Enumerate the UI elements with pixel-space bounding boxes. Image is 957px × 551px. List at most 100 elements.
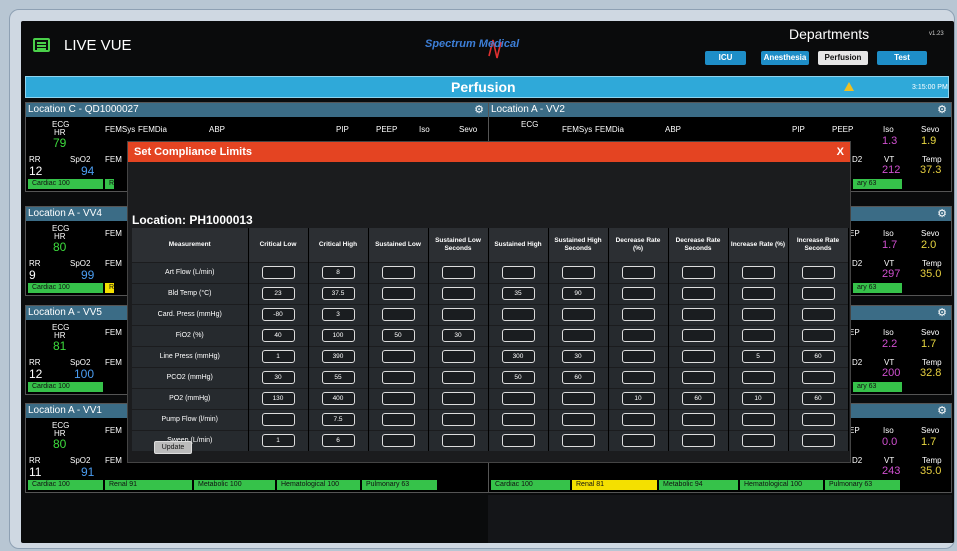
limit-input[interactable]: 23	[261, 287, 295, 300]
update-button[interactable]: Update	[154, 441, 192, 454]
limit-input[interactable]: 400	[321, 392, 355, 405]
limit-input[interactable]	[621, 329, 655, 342]
limit-input[interactable]: 35	[501, 287, 535, 300]
gear-icon[interactable]: ⚙	[937, 405, 947, 417]
limit-input[interactable]	[801, 308, 835, 321]
limit-input[interactable]	[441, 308, 475, 321]
limit-input[interactable]	[741, 287, 775, 300]
dept-button-perfusion[interactable]: Perfusion	[818, 51, 868, 65]
limit-input[interactable]	[681, 308, 715, 321]
limit-input[interactable]	[501, 308, 535, 321]
gear-icon[interactable]: ⚙	[937, 208, 947, 220]
limit-input[interactable]	[741, 413, 775, 426]
limit-input[interactable]	[561, 266, 595, 279]
limit-input[interactable]	[741, 371, 775, 384]
limit-input[interactable]	[621, 308, 655, 321]
limit-input[interactable]	[681, 350, 715, 363]
limit-input[interactable]	[441, 413, 475, 426]
limit-input[interactable]	[441, 371, 475, 384]
gear-icon[interactable]: ⚙	[937, 104, 947, 116]
limit-input[interactable]	[621, 371, 655, 384]
limit-input[interactable]	[501, 392, 535, 405]
limit-input[interactable]: 60	[801, 350, 835, 363]
limit-input[interactable]: 60	[801, 392, 835, 405]
dept-button-test[interactable]: Test	[877, 51, 927, 65]
limit-input[interactable]	[741, 266, 775, 279]
limit-input[interactable]: 50	[501, 371, 535, 384]
limit-input[interactable]	[681, 413, 715, 426]
gear-icon[interactable]: ⚙	[937, 307, 947, 319]
limit-input[interactable]	[501, 266, 535, 279]
limit-input[interactable]: 130	[261, 392, 295, 405]
limit-input[interactable]	[381, 308, 415, 321]
limit-input[interactable]: 60	[561, 371, 595, 384]
limit-input[interactable]: 37.5	[321, 287, 355, 300]
limit-input[interactable]	[621, 350, 655, 363]
dept-button-icu[interactable]: ICU	[705, 51, 746, 65]
limit-input[interactable]	[741, 434, 775, 448]
limit-input[interactable]	[681, 371, 715, 384]
limit-input[interactable]: 8	[321, 266, 355, 279]
menu-icon[interactable]	[33, 38, 50, 52]
limit-input[interactable]: 50	[381, 329, 415, 342]
limit-input[interactable]	[561, 308, 595, 321]
limit-input[interactable]	[441, 434, 475, 448]
limit-input[interactable]	[441, 350, 475, 363]
limit-input[interactable]	[741, 308, 775, 321]
limit-input[interactable]	[801, 413, 835, 426]
limit-input[interactable]	[621, 413, 655, 426]
limit-input[interactable]: 7.5	[321, 413, 355, 426]
limit-input[interactable]	[261, 266, 295, 279]
limit-input[interactable]	[801, 329, 835, 342]
limit-input[interactable]: 40	[261, 329, 295, 342]
limit-input[interactable]: 5	[741, 350, 775, 363]
close-icon[interactable]: X	[837, 146, 844, 158]
limit-input[interactable]	[501, 413, 535, 426]
limit-input[interactable]: 10	[621, 392, 655, 405]
limit-input[interactable]	[381, 371, 415, 384]
limit-input[interactable]	[801, 266, 835, 279]
limit-input[interactable]	[681, 287, 715, 300]
limit-input[interactable]: 30	[441, 329, 475, 342]
limit-input[interactable]	[261, 413, 295, 426]
limit-input[interactable]	[441, 266, 475, 279]
limit-input[interactable]	[441, 392, 475, 405]
limit-input[interactable]	[561, 434, 595, 448]
limit-input[interactable]: 55	[321, 371, 355, 384]
limit-input[interactable]: 10	[741, 392, 775, 405]
limit-input[interactable]	[381, 392, 415, 405]
limit-input[interactable]: 30	[561, 350, 595, 363]
limit-input[interactable]	[561, 329, 595, 342]
limit-input[interactable]: 90	[561, 287, 595, 300]
limit-input[interactable]	[741, 329, 775, 342]
limit-input[interactable]: 1	[261, 434, 295, 448]
limit-input[interactable]: 30	[261, 371, 295, 384]
limit-input[interactable]	[681, 266, 715, 279]
warning-icon[interactable]	[844, 82, 854, 91]
limit-input[interactable]	[501, 329, 535, 342]
limit-input[interactable]	[381, 266, 415, 279]
limit-input[interactable]	[561, 392, 595, 405]
limit-input[interactable]	[681, 434, 715, 448]
limit-input[interactable]: 1	[261, 350, 295, 363]
limit-input[interactable]: 6	[321, 434, 355, 448]
gear-icon[interactable]: ⚙	[474, 104, 484, 116]
dept-button-anesthesia[interactable]: Anesthesia	[761, 51, 809, 65]
limit-input[interactable]: 100	[321, 329, 355, 342]
limit-input[interactable]	[501, 434, 535, 448]
limit-input[interactable]: 60	[681, 392, 715, 405]
limit-input[interactable]	[621, 434, 655, 448]
limit-input[interactable]	[381, 413, 415, 426]
limit-input[interactable]	[801, 371, 835, 384]
limit-input[interactable]: 300	[501, 350, 535, 363]
limit-input[interactable]	[681, 329, 715, 342]
limit-input[interactable]	[801, 434, 835, 448]
limit-input[interactable]	[381, 287, 415, 300]
limit-input[interactable]: -80	[261, 308, 295, 321]
limit-input[interactable]	[621, 287, 655, 300]
limit-input[interactable]: 3	[321, 308, 355, 321]
limit-input[interactable]	[381, 350, 415, 363]
limit-input[interactable]	[381, 434, 415, 448]
limit-input[interactable]	[441, 287, 475, 300]
limit-input[interactable]	[561, 413, 595, 426]
